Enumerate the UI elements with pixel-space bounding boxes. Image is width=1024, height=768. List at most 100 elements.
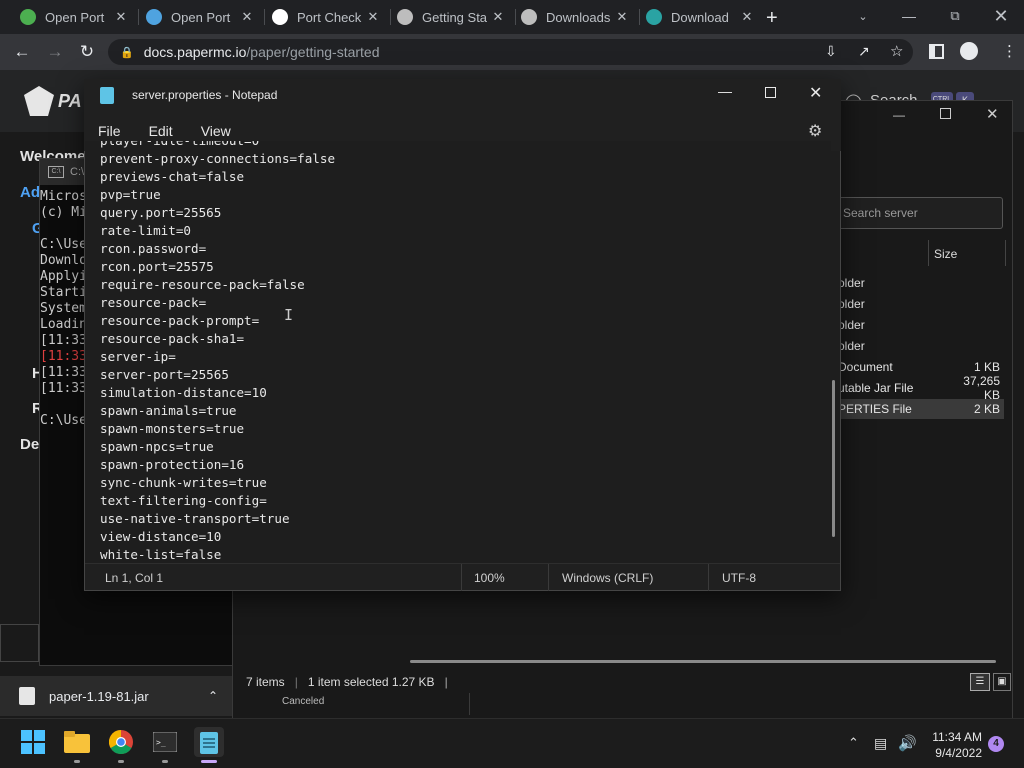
chrome-icon[interactable] [106, 727, 136, 757]
back-button[interactable]: ← [10, 40, 34, 64]
file-type: utable Jar File [838, 381, 914, 395]
tray-chevron-up-icon[interactable]: ⌃ [848, 735, 859, 751]
tab-close-icon[interactable]: ✕ [491, 9, 505, 25]
chevron-up-icon[interactable]: ⌃ [208, 689, 218, 703]
tab-5[interactable]: Downloads ✕ [513, 4, 637, 30]
menu-edit[interactable]: Edit [135, 123, 187, 139]
start-button[interactable] [18, 727, 48, 757]
sidebar-item-dev[interactable]: De [20, 436, 39, 453]
page-widget [0, 624, 39, 662]
tab-favicon-icon [20, 9, 36, 25]
notepad-maximize-button[interactable] [765, 87, 776, 98]
notepad-scrollbar-thumb[interactable] [832, 380, 835, 537]
chrome-menu-icon[interactable]: ⋮ [1002, 42, 1017, 60]
settings-gear-icon[interactable]: ⚙ [808, 121, 822, 141]
text-line: server-port=25565 [100, 367, 229, 382]
text-line: sync-chunk-writes=true [100, 475, 267, 490]
text-line: rcon.password= [100, 241, 207, 256]
status-divider [461, 564, 462, 591]
explorer-status-bar: 7 items | 1 item selected 1.27 KB | [246, 675, 448, 689]
text-cursor-icon: I [284, 306, 294, 324]
console-title: C:\ [70, 166, 85, 178]
tab-close-icon[interactable]: ✕ [740, 9, 754, 25]
explorer-minimize-button[interactable]: — [893, 108, 905, 122]
file-explorer-icon[interactable] [62, 727, 92, 757]
network-icon[interactable]: ▤ [874, 735, 887, 752]
tab-label: Port Check [297, 9, 362, 25]
side-panel-icon[interactable] [929, 44, 944, 59]
text-line: rate-limit=0 [100, 223, 191, 238]
notepad-status-bar: Ln 1, Col 1 100% Windows (CRLF) UTF-8 [85, 563, 840, 591]
running-indicator [162, 760, 168, 763]
bookmark-star-icon[interactable]: ☆ [890, 42, 903, 60]
explorer-file-row[interactable]: older [838, 336, 1004, 356]
text-line: require-resource-pack=false [100, 277, 305, 292]
horizontal-scrollbar[interactable] [410, 660, 996, 663]
tab-favicon-icon [146, 9, 162, 25]
profile-avatar[interactable] [960, 42, 978, 60]
explorer-file-row[interactable]: utable Jar File 37,265 KB [838, 374, 1004, 402]
forward-button[interactable]: → [43, 40, 67, 64]
text-line: white-list=false [100, 547, 222, 559]
explorer-close-button[interactable]: ✕ [986, 105, 999, 123]
tab-4[interactable]: Getting Sta ✕ [389, 4, 513, 30]
tab-favicon-icon [272, 9, 288, 25]
explorer-file-row[interactable]: PERTIES File 2 KB [838, 399, 1004, 419]
notification-badge[interactable]: 4 [988, 736, 1004, 752]
menu-file[interactable]: File [84, 123, 135, 139]
download-bar-item[interactable]: paper-1.19-81.jar ⌃ [0, 676, 232, 716]
explorer-maximize-button[interactable] [940, 108, 951, 119]
install-app-icon[interactable]: ⇩ [825, 43, 837, 60]
item-count: 7 items [246, 675, 285, 689]
explorer-file-row[interactable]: older [838, 315, 1004, 335]
tab-close-icon[interactable]: ✕ [240, 9, 254, 25]
line-ending[interactable]: Windows (CRLF) [562, 571, 653, 585]
text-line: player-idle-timeout=0 [100, 141, 831, 150]
minimize-browser-button[interactable]: — [886, 0, 932, 32]
explorer-search-input[interactable]: Search server [838, 197, 1003, 229]
sidebar-item-admin[interactable]: Ad [20, 184, 40, 201]
notepad-app-icon [100, 86, 114, 104]
terminal-icon[interactable]: >_ [150, 727, 180, 757]
explorer-file-row[interactable]: older [838, 273, 1004, 293]
clock-date[interactable]: 9/4/2022 [930, 746, 982, 760]
tab-search-chevron-icon[interactable]: ⌄ [840, 0, 886, 32]
active-indicator [201, 760, 217, 763]
explorer-file-row[interactable]: older [838, 294, 1004, 314]
new-tab-button[interactable]: + [766, 7, 778, 30]
size-column-header[interactable]: Size [934, 247, 957, 261]
zoom-level[interactable]: 100% [474, 571, 505, 585]
tab-3[interactable]: Port Check ✕ [264, 4, 388, 30]
text-line: text-filtering-config= [100, 493, 267, 508]
tab-close-icon[interactable]: ✕ [615, 9, 629, 25]
tab-close-icon[interactable]: ✕ [366, 9, 380, 25]
tab-label: Open Port [45, 9, 105, 25]
clock-time[interactable]: 11:34 AM [930, 730, 982, 744]
tab-2[interactable]: Open Port ✕ [138, 4, 262, 30]
notepad-minimize-button[interactable]: — [718, 83, 732, 99]
text-line: rcon.port=25575 [100, 259, 214, 274]
restore-browser-button[interactable]: ⧉ [932, 0, 978, 32]
menu-view[interactable]: View [187, 123, 245, 139]
tab-close-icon[interactable]: ✕ [114, 9, 128, 25]
notepad-text-area[interactable]: player-idle-timeout=0prevent-proxy-conne… [85, 141, 831, 559]
address-bar[interactable]: 🔒 docs.papermc.io/paper/getting-started [108, 39, 913, 65]
download-canceled-text: Canceled [282, 696, 325, 707]
tab-6[interactable]: Download ✕ [638, 4, 762, 30]
reload-icon[interactable]: ↻ [75, 40, 99, 64]
tiles-view-icon[interactable]: ▣ [993, 673, 1011, 691]
details-view-icon[interactable]: ☰ [970, 673, 990, 691]
encoding[interactable]: UTF-8 [722, 571, 756, 585]
share-icon[interactable]: ↗ [858, 43, 870, 60]
tab-favicon-icon [646, 9, 662, 25]
notepad-taskbar-icon[interactable] [194, 727, 224, 757]
close-browser-button[interactable]: ✕ [978, 0, 1024, 32]
lock-icon: 🔒 [120, 46, 134, 59]
notepad-close-button[interactable]: ✕ [809, 83, 822, 103]
svg-text:>_: >_ [156, 738, 166, 747]
file-size: 2 KB [973, 402, 1000, 416]
tab-1[interactable]: Open Port ✕ [12, 4, 136, 30]
text-line: view-distance=10 [100, 529, 222, 544]
text-line: resource-pack-prompt= [100, 313, 260, 328]
volume-icon[interactable]: 🔊 [898, 734, 917, 752]
